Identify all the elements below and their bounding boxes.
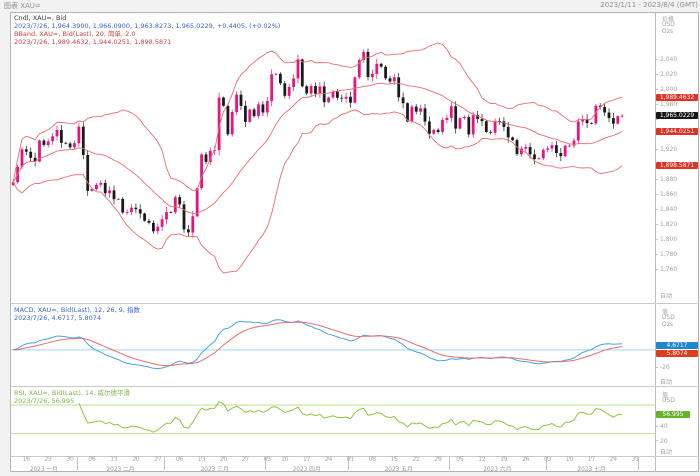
legend-bband-params: BBand, XAU=, Bid(Last), 20, 简单, 2.0 (14, 30, 280, 38)
legend-main: Cndl, XAU=, Bid 2023/7/26, 1,964.3900, 1… (14, 14, 280, 46)
legend-macd: MACD, XAU=, Bid(Last), 12, 26, 9, 指数 202… (14, 306, 140, 322)
legend-rsi: RSI, XAU=, Bid(Last), 14, 威尔德平滑 2023/7/2… (14, 389, 130, 405)
legend-rsi-params: RSI, XAU=, Bid(Last), 14, 威尔德平滑 (14, 389, 130, 397)
legend-bband-values: 2023/7/26, 1,989.4632, 1,944.0251, 1,898… (14, 38, 280, 46)
legend-rsi-values: 2023/7/26, 56.995 (14, 397, 130, 405)
legend-macd-params: MACD, XAU=, Bid(Last), 12, 26, 9, 指数 (14, 306, 140, 314)
legend-main-ohlc: 2023/7/26, 1,964.3900, 1,966.0900, 1,963… (14, 22, 280, 30)
chart-window: 图表 XAU= 2023/1/11 - 2023/8/4 (GMT) Cndl,… (0, 0, 700, 476)
legend-macd-values: 2023/7/26, 4.6717, 5.8074 (14, 314, 140, 322)
legend-main-series: Cndl, XAU=, Bid (14, 14, 280, 22)
